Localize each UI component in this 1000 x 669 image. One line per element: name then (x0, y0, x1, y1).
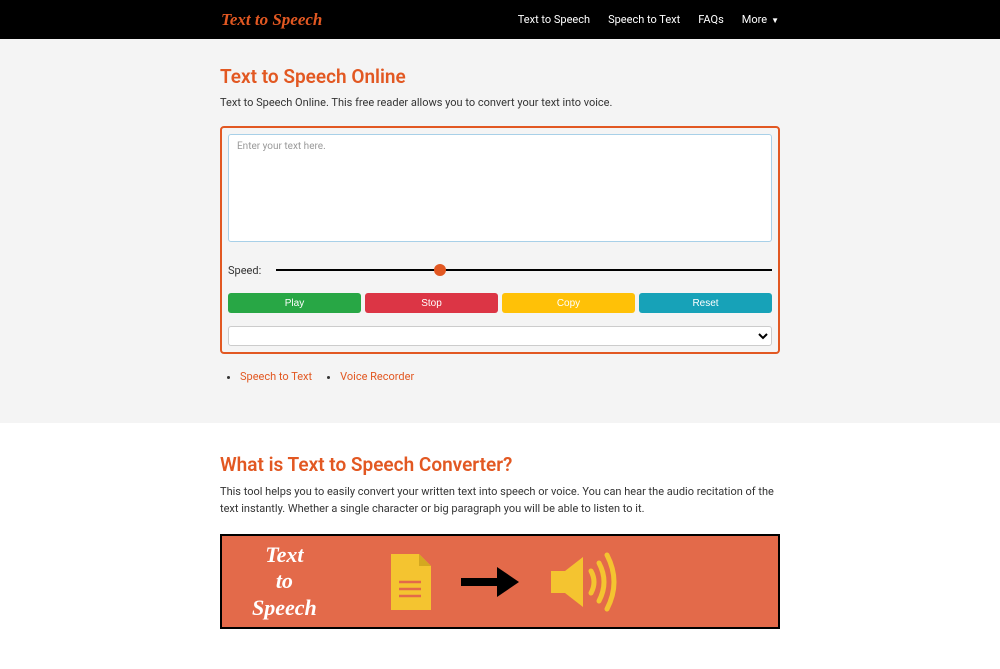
copy-button[interactable]: Copy (502, 293, 635, 313)
nav-links: Text to Speech Speech to Text FAQs More … (518, 13, 779, 26)
nav-faqs[interactable]: FAQs (698, 13, 724, 26)
document-icon (387, 554, 431, 610)
what-title: What is Text to Speech Converter? (220, 453, 780, 476)
brand-logo[interactable]: Text to Speech (221, 10, 322, 30)
nav-more[interactable]: More ▼ (742, 13, 779, 26)
play-button[interactable]: Play (228, 293, 361, 313)
tts-panel: Speed: Play Stop Copy Reset (220, 126, 780, 354)
chevron-down-icon: ▼ (769, 16, 779, 25)
speaker-icon (549, 551, 621, 613)
page-title: Text to Speech Online (220, 65, 780, 88)
reset-button[interactable]: Reset (639, 293, 772, 313)
navbar: Text to Speech Text to Speech Speech to … (0, 0, 1000, 39)
nav-tts[interactable]: Text to Speech (518, 13, 590, 26)
text-input[interactable] (228, 134, 772, 242)
related-links: Speech to Text Voice Recorder (220, 370, 780, 383)
speed-label: Speed: (228, 264, 266, 277)
speed-slider[interactable] (276, 260, 772, 280)
page-subtitle: Text to Speech Online. This free reader … (220, 96, 780, 109)
what-desc: This tool helps you to easily convert yo… (220, 484, 780, 517)
link-speech-to-text[interactable]: Speech to Text (240, 370, 312, 383)
button-row: Play Stop Copy Reset (228, 293, 772, 313)
voice-select[interactable] (228, 326, 772, 346)
stop-button[interactable]: Stop (365, 293, 498, 313)
link-voice-recorder[interactable]: Voice Recorder (340, 370, 414, 383)
nav-stt[interactable]: Speech to Text (608, 13, 680, 26)
illustration-graphics (387, 551, 621, 613)
slider-track (276, 269, 772, 271)
slider-thumb[interactable] (434, 264, 446, 276)
illustration-text: TexttoSpeech (252, 542, 317, 621)
nav-more-label: More (742, 13, 767, 26)
arrow-right-icon (461, 567, 519, 597)
illustration: TexttoSpeech (220, 534, 780, 629)
speed-row: Speed: (228, 260, 772, 280)
